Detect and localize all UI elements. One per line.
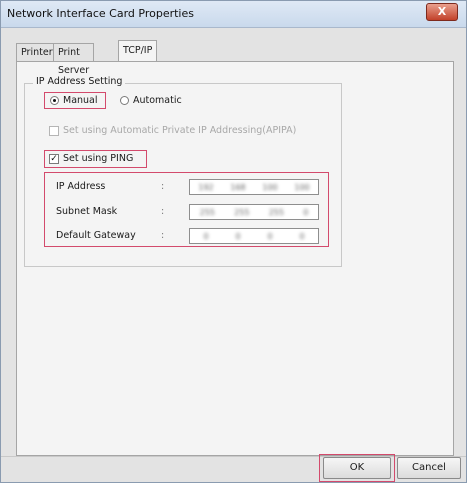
properties-window: Network Interface Card Properties X Prin… bbox=[0, 0, 467, 483]
subnet-mask-octet-3: 255 bbox=[268, 207, 284, 217]
apipa-label: Set using Automatic Private IP Addressin… bbox=[63, 125, 297, 136]
close-icon: X bbox=[437, 5, 447, 18]
footer-divider bbox=[1, 456, 466, 457]
tab-print-server[interactable]: Print Server bbox=[53, 43, 95, 76]
subnet-mask-octet-4: 0 bbox=[303, 207, 309, 217]
ip-address-input[interactable]: 192 168 100 100 bbox=[189, 179, 319, 195]
default-gateway-octet-1: 0 bbox=[203, 231, 209, 241]
ip-address-octet-2: 168 bbox=[230, 182, 246, 192]
tab-tcpip[interactable]: TCP/IP bbox=[118, 40, 158, 61]
close-button[interactable]: X bbox=[426, 3, 458, 21]
ip-address-octet-1: 192 bbox=[198, 182, 214, 192]
ip-address-octet-3: 100 bbox=[262, 182, 278, 192]
subnet-mask-label: Subnet Mask bbox=[56, 206, 118, 217]
manual-label[interactable]: Manual bbox=[63, 95, 98, 106]
default-gateway-octet-3: 0 bbox=[267, 231, 273, 241]
default-gateway-label: Default Gateway bbox=[56, 230, 136, 241]
checkmark-icon: ✓ bbox=[50, 154, 58, 164]
cancel-button[interactable]: Cancel bbox=[397, 457, 461, 479]
title-bar[interactable]: Network Interface Card Properties X bbox=[1, 1, 466, 28]
tab-printer[interactable]: Printer bbox=[16, 43, 58, 61]
default-gateway-octet-4: 0 bbox=[299, 231, 305, 241]
window-title: Network Interface Card Properties bbox=[7, 7, 194, 20]
group-title: IP Address Setting bbox=[33, 76, 126, 87]
ping-label[interactable]: Set using PING bbox=[63, 153, 133, 164]
ok-button[interactable]: OK bbox=[323, 457, 391, 479]
apipa-checkbox bbox=[49, 126, 59, 136]
subnet-mask-colon: : bbox=[161, 206, 165, 217]
ping-checkbox[interactable]: ✓ bbox=[49, 154, 59, 164]
ip-address-label: IP Address bbox=[56, 181, 106, 192]
ip-address-octet-4: 100 bbox=[294, 182, 310, 192]
subnet-mask-input[interactable]: 255 255 255 0 bbox=[189, 204, 319, 220]
default-gateway-octet-2: 0 bbox=[235, 231, 241, 241]
default-gateway-colon: : bbox=[161, 230, 165, 241]
automatic-label[interactable]: Automatic bbox=[133, 95, 182, 106]
manual-radio[interactable] bbox=[50, 96, 59, 105]
ip-address-colon: : bbox=[161, 181, 165, 192]
subnet-mask-octet-1: 255 bbox=[199, 207, 215, 217]
automatic-radio[interactable] bbox=[120, 96, 129, 105]
subnet-mask-octet-2: 255 bbox=[234, 207, 250, 217]
default-gateway-input[interactable]: 0 0 0 0 bbox=[189, 228, 319, 244]
